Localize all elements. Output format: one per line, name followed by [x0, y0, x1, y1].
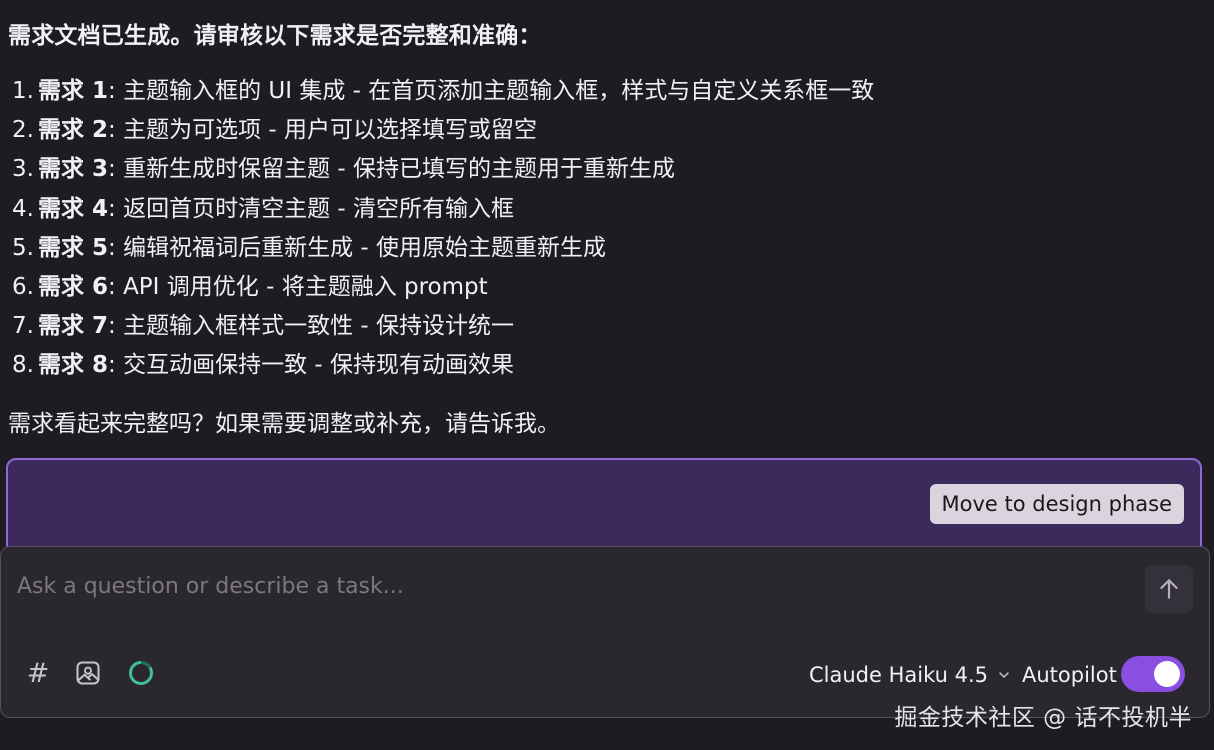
- requirement-name: 需求 5: [38, 234, 109, 261]
- requirement-number: 8.: [12, 352, 34, 379]
- message-closing: 需求看起来完整吗？如果需要调整或补充，请告诉我。: [8, 410, 560, 437]
- requirement-item: 4. 需求 4: 返回首页时清空主题 - 清空所有输入框: [8, 190, 1208, 229]
- requirement-item: 3. 需求 3: 重新生成时保留主题 - 保持已填写的主题用于重新生成: [8, 150, 1208, 189]
- progress-ring-icon: [123, 655, 159, 691]
- requirement-text: : 主题输入框样式一致性 - 保持设计统一: [108, 313, 514, 340]
- model-selector[interactable]: Claude Haiku 4.5: [809, 657, 1012, 693]
- requirement-number: 6.: [12, 273, 34, 300]
- image-attach-button[interactable]: [70, 655, 106, 691]
- watermark: 掘金技术社区 @ 话不投机半: [894, 705, 1192, 731]
- move-to-design-button[interactable]: Move to design phase: [929, 484, 1184, 524]
- requirements-list: 1. 需求 1: 主题输入框的 UI 集成 - 在首页添加主题输入框，样式与自定义…: [8, 72, 1208, 386]
- toggle-knob: [1154, 661, 1180, 687]
- message-intro: 需求文档已生成。请审核以下需求是否完整和准确：: [8, 23, 542, 49]
- requirement-number: 3.: [12, 156, 34, 183]
- requirement-item: 1. 需求 1: 主题输入框的 UI 集成 - 在首页添加主题输入框，样式与自定义…: [8, 72, 1208, 111]
- requirement-number: 1.: [12, 78, 34, 104]
- requirement-name: 需求 8: [38, 352, 109, 379]
- requirement-name: 需求 7: [38, 313, 109, 340]
- requirement-name: 需求 2: [38, 117, 109, 144]
- requirement-name: 需求 3: [38, 156, 109, 183]
- send-button[interactable]: [1145, 565, 1193, 613]
- requirement-text: : API 调用优化 - 将主题融入 prompt: [108, 273, 488, 300]
- chat-composer: # Claude Haiku 4.5 Autopilot: [0, 546, 1210, 718]
- arrow-up-icon: [1160, 579, 1178, 599]
- chevron-down-icon: [999, 672, 1009, 678]
- requirement-name: 需求 4: [38, 195, 109, 222]
- requirement-item: 2. 需求 2: 主题为可选项 - 用户可以选择填写或留空: [8, 111, 1208, 150]
- requirement-name: 需求 1: [38, 78, 109, 104]
- requirement-item: 6. 需求 6: API 调用优化 - 将主题融入 prompt: [8, 268, 1208, 307]
- requirement-number: 2.: [12, 117, 34, 144]
- chat-message: 需求文档已生成。请审核以下需求是否完整和准确： 1. 需求 1: 主题输入框的 U…: [8, 18, 1208, 442]
- requirement-item: 5. 需求 5: 编辑祝福词后重新生成 - 使用原始主题重新生成: [8, 229, 1208, 268]
- requirement-name: 需求 6: [38, 273, 109, 300]
- requirement-text: : 编辑祝福词后重新生成 - 使用原始主题重新生成: [108, 234, 606, 261]
- requirement-item: 7. 需求 7: 主题输入框样式一致性 - 保持设计统一: [8, 307, 1208, 346]
- hash-icon[interactable]: #: [20, 655, 56, 691]
- requirement-text: : 交互动画保持一致 - 保持现有动画效果: [108, 352, 514, 379]
- requirement-item: 8. 需求 8: 交互动画保持一致 - 保持现有动画效果: [8, 346, 1208, 385]
- requirement-text: : 主题为可选项 - 用户可以选择填写或留空: [108, 117, 537, 144]
- prompt-input[interactable]: [17, 569, 1127, 603]
- requirement-text: : 返回首页时清空主题 - 清空所有输入框: [108, 195, 514, 222]
- requirement-text: : 重新生成时保留主题 - 保持已填写的主题用于重新生成: [108, 156, 675, 183]
- requirement-number: 7.: [12, 313, 34, 340]
- autopilot-toggle[interactable]: [1121, 656, 1185, 692]
- requirement-number: 4.: [12, 195, 34, 222]
- autopilot-label: Autopilot: [1022, 663, 1117, 687]
- model-name: Claude Haiku 4.5: [809, 663, 988, 687]
- image-attach-icon: [76, 661, 100, 685]
- requirement-text: : 主题输入框的 UI 集成 - 在首页添加主题输入框，样式与自定义关系框一致: [108, 78, 875, 104]
- requirement-number: 5.: [12, 234, 34, 261]
